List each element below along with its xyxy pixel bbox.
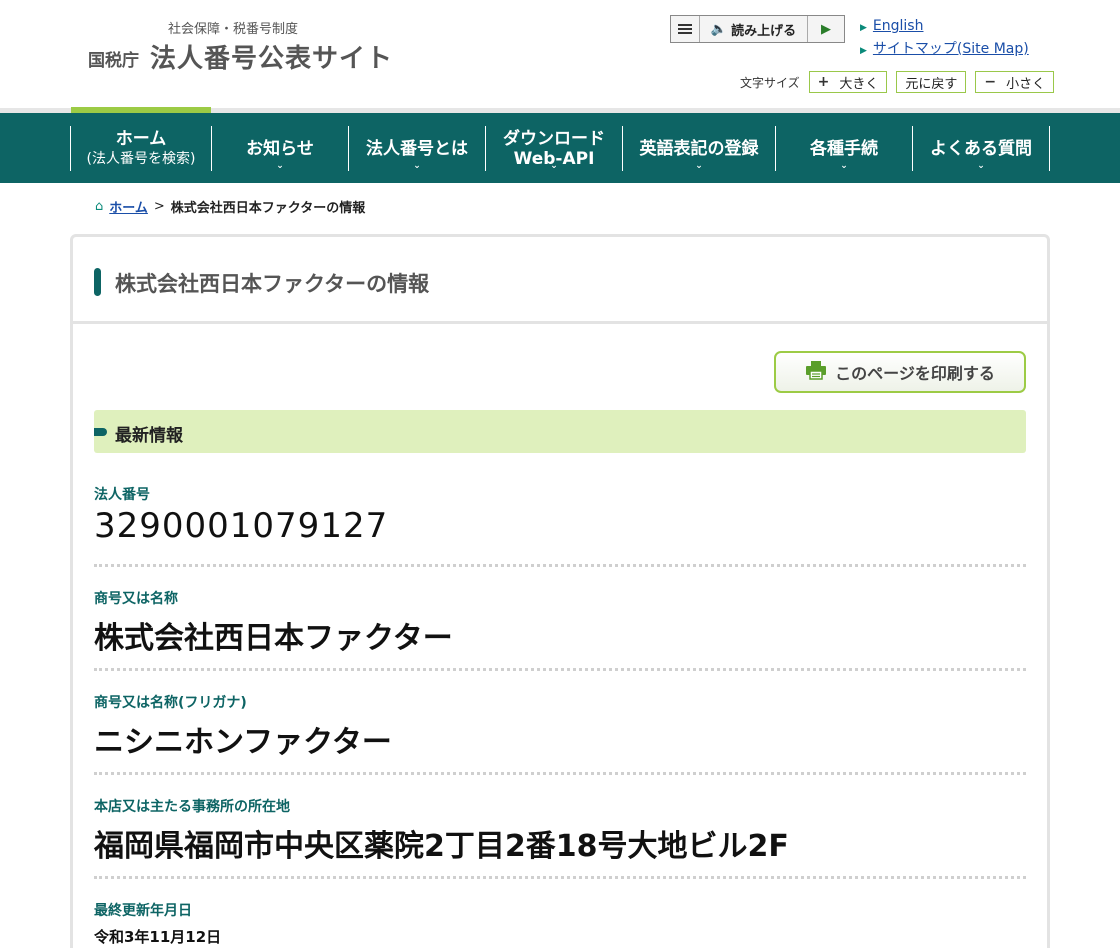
nav-item-english-registration[interactable]: 英語表記の登録 ⌄ <box>623 126 775 172</box>
breadcrumb: ⌂ ホーム > 株式会社西日本ファクターの情報 <box>95 197 365 216</box>
site-header: 社会保障・税番号制度 国税庁 法人番号公表サイト 🔈 読み上げる ▶ ▶ Engl… <box>0 0 1120 108</box>
field-label: 本店又は主たる事務所の所在地 <box>94 799 290 815</box>
title-marker <box>94 268 101 296</box>
chevron-down-icon: ⌄ <box>550 161 558 171</box>
chevron-down-icon: ⌄ <box>276 161 284 171</box>
section-title: 最新情報 <box>115 426 183 446</box>
font-size-controls: 文字サイズ + 大きく 元に戻す − 小さく <box>740 71 1055 93</box>
logo-agency: 国税庁 <box>88 51 139 71</box>
nav-item-faq[interactable]: よくある質問 ⌄ <box>913 126 1049 172</box>
field-value: 令和3年11月12日 <box>94 928 222 946</box>
nav-item-about[interactable]: 法人番号とは ⌄ <box>349 126 485 172</box>
section-marker <box>94 428 107 436</box>
nav-item-download[interactable]: ダウンロード Web-API ⌄ <box>486 126 622 172</box>
readaloud-label: 読み上げる <box>731 23 797 39</box>
arrow-right-icon: ▶ <box>860 46 867 56</box>
field-label: 商号又は名称 <box>94 591 178 607</box>
divider <box>94 564 1026 567</box>
home-icon: ⌂ <box>95 199 104 214</box>
readaloud-widget: 🔈 読み上げる ▶ <box>670 15 845 43</box>
chevron-down-icon: ⌄ <box>977 161 985 171</box>
field-trade-name: 商号又は名称 株式会社西日本ファクター <box>94 588 1026 671</box>
chevron-down-icon: ⌄ <box>840 161 848 171</box>
readaloud-button[interactable]: 🔈 読み上げる <box>700 16 808 42</box>
printer-icon <box>805 360 827 385</box>
field-address: 本店又は主たる事務所の所在地 福岡県福岡市中央区薬院2丁目2番18号大地ビル2F <box>94 796 1026 879</box>
logo-subtitle: 社会保障・税番号制度 <box>168 22 299 37</box>
divider <box>94 772 1026 775</box>
field-corporate-number: 法人番号 3290001079127 <box>94 484 1026 567</box>
nav-item-news[interactable]: お知らせ ⌄ <box>212 126 348 172</box>
field-trade-name-furigana: 商号又は名称(フリガナ) ニシニホンファクター <box>94 692 1026 775</box>
plus-icon: + <box>817 74 830 90</box>
print-button-label: このページを印刷する <box>835 364 995 383</box>
font-reset-button[interactable]: 元に戻す <box>896 71 967 93</box>
logo-title: 法人番号公表サイト <box>150 44 394 74</box>
breadcrumb-current: 株式会社西日本ファクターの情報 <box>170 201 366 216</box>
speaker-icon: 🔈 <box>710 21 728 37</box>
field-label: 最終更新年月日 <box>94 903 192 919</box>
corporation-info-panel: 株式会社西日本ファクターの情報 このページを印刷する 最新情報 法人番号 329… <box>70 234 1050 948</box>
panel-header: 株式会社西日本ファクターの情報 <box>73 237 1047 324</box>
section-latest-info: 最新情報 <box>94 410 1026 453</box>
font-larger-button[interactable]: + 大きく <box>808 71 888 93</box>
nav-item-home[interactable]: ホーム (法人番号を検索) <box>71 126 211 171</box>
chevron-down-icon: ⌄ <box>695 161 703 171</box>
top-links: ▶ English ▶ サイトマップ(Site Map) <box>860 16 1029 62</box>
page-title: 株式会社西日本ファクターの情報 <box>115 272 430 296</box>
breadcrumb-home-link[interactable]: ホーム <box>109 197 148 216</box>
print-button[interactable]: このページを印刷する <box>774 351 1026 393</box>
divider <box>94 876 1026 879</box>
chevron-down-icon: ⌄ <box>413 161 421 171</box>
field-last-updated: 最終更新年月日 令和3年11月12日 <box>94 900 1026 947</box>
arrow-right-icon: ▶ <box>860 23 867 33</box>
menu-icon[interactable] <box>671 16 700 42</box>
field-value: 3290001079127 <box>94 506 389 546</box>
field-value: 株式会社西日本ファクター <box>94 621 453 656</box>
field-value: ニシニホンファクター <box>94 725 392 760</box>
divider <box>94 668 1026 671</box>
minus-icon: − <box>984 74 997 90</box>
nav-item-procedures[interactable]: 各種手続 ⌄ <box>776 126 912 172</box>
main-nav: ホーム (法人番号を検索) お知らせ ⌄ 法人番号とは ⌄ ダウンロード Web… <box>0 113 1120 183</box>
field-label: 商号又は名称(フリガナ) <box>94 695 247 711</box>
english-link[interactable]: ▶ English <box>860 16 1029 39</box>
font-size-label: 文字サイズ <box>740 75 800 90</box>
field-label: 法人番号 <box>94 487 150 503</box>
sitemap-link[interactable]: ▶ サイトマップ(Site Map) <box>860 39 1029 62</box>
nav-separator <box>1049 126 1050 171</box>
field-value: 福岡県福岡市中央区薬院2丁目2番18号大地ビル2F <box>94 829 789 864</box>
breadcrumb-separator: > <box>153 199 165 214</box>
font-smaller-button[interactable]: − 小さく <box>975 71 1055 93</box>
play-icon[interactable]: ▶ <box>808 16 844 42</box>
